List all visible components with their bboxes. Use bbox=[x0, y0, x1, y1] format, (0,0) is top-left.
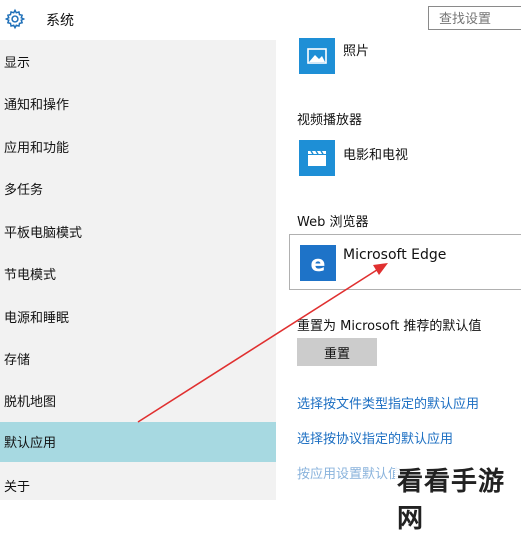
sidebar-item-notifications[interactable]: 通知和操作 bbox=[0, 84, 276, 124]
link-choose-by-file-type[interactable]: 选择按文件类型指定的默认应用 bbox=[297, 393, 479, 412]
sidebar: 显示 通知和操作 应用和功能 多任务 平板电脑模式 节电模式 电源和睡眠 存储 … bbox=[0, 40, 276, 500]
reset-description: 重置为 Microsoft 推荐的默认值 bbox=[297, 319, 482, 334]
sidebar-item-tablet-mode[interactable]: 平板电脑模式 bbox=[0, 212, 276, 252]
sidebar-item-label: 存储 bbox=[4, 353, 31, 368]
photos-app-tile[interactable] bbox=[299, 38, 335, 74]
web-browser-heading: Web 浏览器 bbox=[297, 215, 369, 230]
movies-tv-app-tile[interactable] bbox=[299, 140, 335, 176]
svg-text:e: e bbox=[311, 252, 326, 277]
sidebar-item-label: 节电模式 bbox=[4, 268, 57, 283]
sidebar-item-label: 通知和操作 bbox=[4, 98, 70, 113]
link-set-defaults-by-app[interactable]: 按应用设置默认值 bbox=[297, 463, 401, 482]
edge-app-tile: e bbox=[300, 245, 336, 281]
sidebar-item-storage[interactable]: 存储 bbox=[0, 339, 276, 379]
title-bar: 系统 bbox=[0, 0, 521, 40]
sidebar-item-about[interactable]: 关于 bbox=[0, 466, 276, 506]
sidebar-item-power-sleep[interactable]: 电源和睡眠 bbox=[0, 297, 276, 337]
movies-tv-app-label: 电影和电视 bbox=[343, 148, 409, 163]
photos-app-label: 照片 bbox=[343, 44, 370, 59]
sidebar-item-label: 平板电脑模式 bbox=[4, 226, 83, 241]
sidebar-item-label: 显示 bbox=[4, 56, 31, 71]
sidebar-item-display[interactable]: 显示 bbox=[0, 42, 276, 82]
sidebar-item-label: 默认应用 bbox=[4, 436, 57, 451]
web-browser-selector[interactable]: e Microsoft Edge bbox=[289, 234, 521, 290]
sidebar-item-offline-maps[interactable]: 脱机地图 bbox=[0, 381, 276, 421]
reset-button[interactable]: 重置 bbox=[297, 338, 377, 366]
gear-icon bbox=[4, 8, 26, 30]
clapperboard-icon bbox=[308, 150, 326, 166]
sidebar-item-label: 应用和功能 bbox=[4, 141, 70, 156]
web-browser-app-name: Microsoft Edge bbox=[343, 247, 447, 263]
watermark-text: 看看手游网 bbox=[397, 467, 506, 534]
link-choose-by-protocol[interactable]: 选择按协议指定的默认应用 bbox=[297, 428, 453, 447]
sidebar-item-label: 多任务 bbox=[4, 183, 44, 198]
sidebar-item-multitasking[interactable]: 多任务 bbox=[0, 169, 276, 209]
sidebar-item-default-apps[interactable]: 默认应用 bbox=[0, 422, 276, 462]
watermark: 看看手游网 bbox=[395, 455, 521, 534]
search-input[interactable] bbox=[428, 6, 521, 30]
sidebar-item-label: 电源和睡眠 bbox=[4, 311, 70, 326]
sidebar-item-battery-saver[interactable]: 节电模式 bbox=[0, 254, 276, 294]
sidebar-item-label: 关于 bbox=[4, 480, 31, 495]
photo-icon bbox=[307, 48, 327, 64]
sidebar-item-apps-features[interactable]: 应用和功能 bbox=[0, 127, 276, 167]
page-title: 系统 bbox=[46, 13, 74, 29]
sidebar-item-label: 脱机地图 bbox=[4, 395, 57, 410]
video-player-heading: 视频播放器 bbox=[297, 113, 363, 128]
edge-icon: e bbox=[311, 252, 326, 277]
